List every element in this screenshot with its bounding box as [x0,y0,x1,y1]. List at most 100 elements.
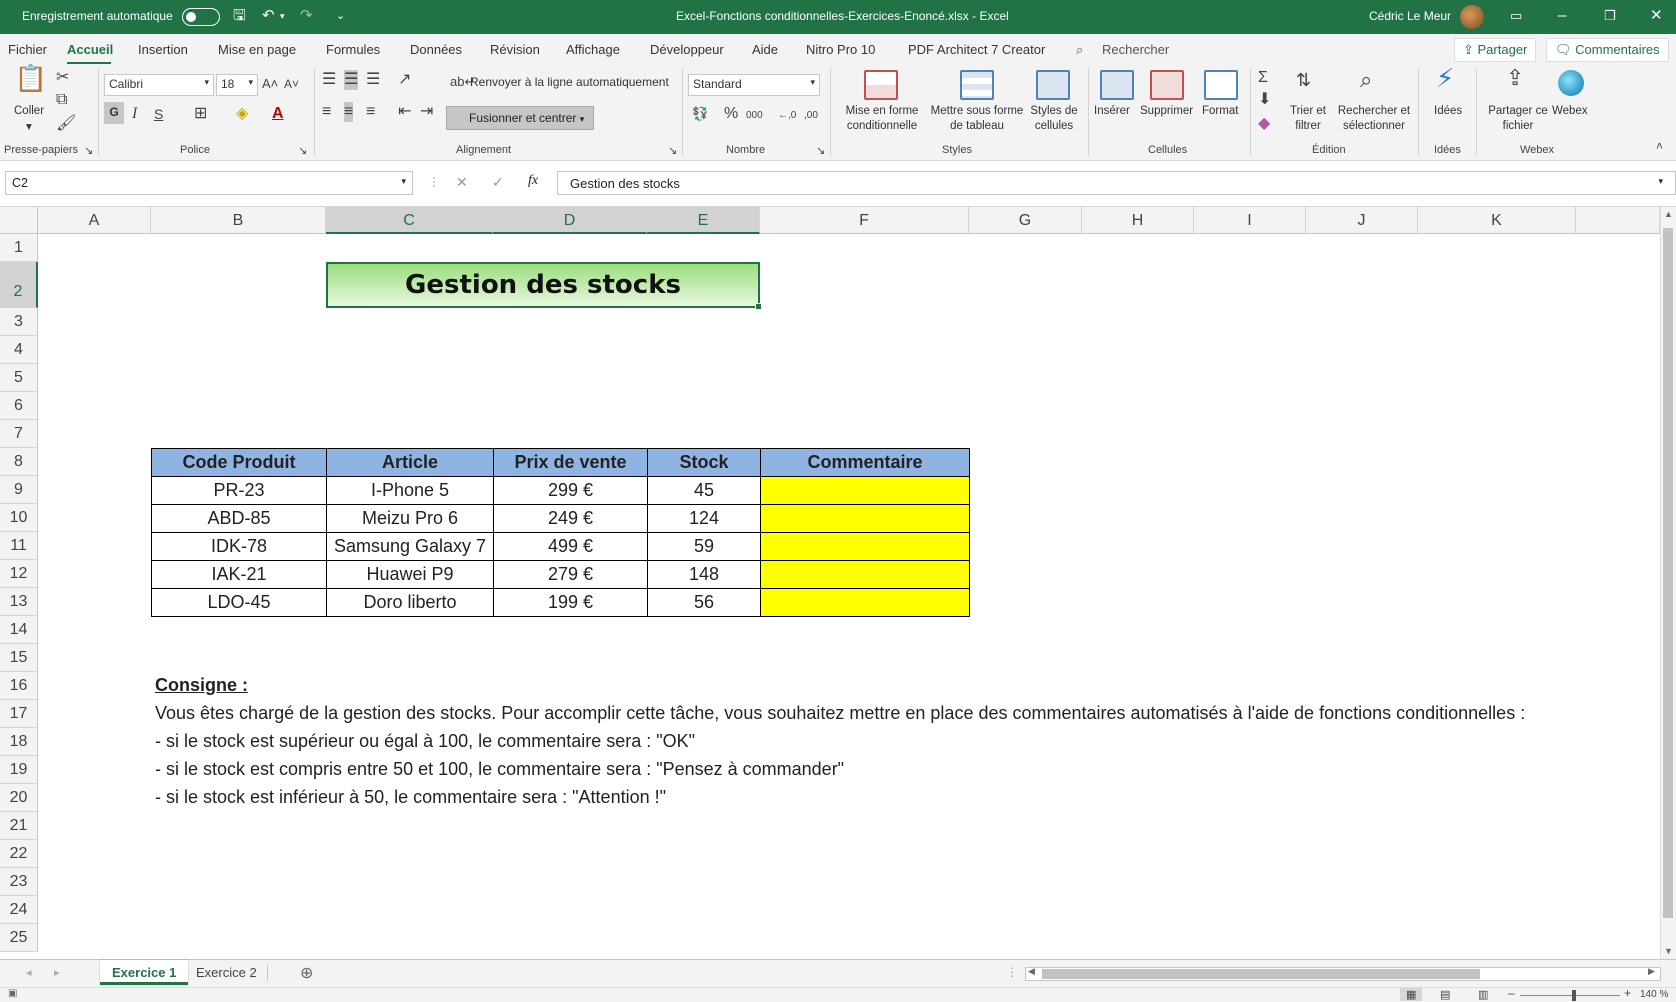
sheet-tab-exercice-1[interactable]: Exercice 1 [100,960,189,985]
row-header[interactable]: 12 [0,560,38,588]
zoom-slider-thumb[interactable] [1572,990,1576,1001]
number-launcher-icon[interactable]: ↘ [816,144,825,157]
tab-revision[interactable]: Révision [490,42,540,57]
consigne-line[interactable]: - si le stock est compris entre 50 et 10… [155,759,844,780]
cell-commentaire[interactable] [760,560,970,589]
row-header[interactable]: 13 [0,588,38,616]
column-header-g[interactable]: G [969,207,1082,234]
clear-icon[interactable]: ◆ [1258,114,1270,134]
column-header-i[interactable]: I [1194,207,1306,234]
align-bottom-icon[interactable]: ☰ [366,70,380,90]
customize-quick-access-icon[interactable]: ⌄ [336,6,345,26]
header-commentaire[interactable]: Commentaire [760,448,970,477]
add-sheet-icon[interactable]: ⊕ [300,963,313,983]
column-header-c[interactable]: C [326,207,493,234]
collapse-ribbon-icon[interactable]: ˄ [1656,136,1663,156]
column-header-h[interactable]: H [1082,207,1194,234]
increase-font-icon[interactable]: A˄ [262,74,278,94]
cell-styles-button[interactable]: Styles de cellules [1026,104,1082,134]
increase-indent-icon[interactable]: ⇥ [420,102,433,122]
align-middle-icon[interactable]: ☰ [344,70,359,90]
worksheet-grid[interactable]: A B C D E F G H I J K 1 2 3 4 5 6 7 8 9 … [0,207,1660,959]
header-prix-de-vente[interactable]: Prix de vente [493,448,648,477]
cell-article[interactable]: I-Phone 5 [326,476,494,505]
scroll-left-icon[interactable]: ◀ [1028,966,1035,977]
row-header[interactable]: 14 [0,616,38,644]
tab-developpeur[interactable]: Développeur [650,42,724,57]
tab-nitro[interactable]: Nitro Pro 10 [806,42,875,57]
row-header[interactable]: 1 [0,234,38,262]
cell-stock[interactable]: 124 [647,504,761,533]
row-header[interactable]: 24 [0,896,38,924]
ideas-button[interactable]: Idées [1434,104,1462,119]
column-header-l[interactable] [1576,207,1660,234]
conditional-formatting-icon[interactable] [864,70,898,100]
row-header[interactable]: 23 [0,868,38,896]
align-right-icon[interactable]: ≡ [366,102,375,122]
row-header[interactable]: 22 [0,840,38,868]
cell-commentaire[interactable] [760,476,970,505]
column-header-k[interactable]: K [1418,207,1576,234]
cell-code[interactable]: ABD-85 [151,504,327,533]
tab-accueil[interactable]: Accueil [67,42,113,57]
scroll-up-icon[interactable]: ▲ [1664,209,1673,219]
row-header[interactable]: 7 [0,420,38,448]
tab-affichage[interactable]: Affichage [566,42,620,57]
column-header-a[interactable]: A [38,207,151,234]
insert-function-icon[interactable]: fx [528,173,538,189]
sort-filter-button[interactable]: Trier et filtrer [1290,104,1326,134]
scroll-right-icon[interactable]: ▶ [1648,966,1655,977]
zoom-level[interactable]: 140 % [1640,989,1668,1000]
row-header[interactable]: 6 [0,392,38,420]
header-stock[interactable]: Stock [647,448,761,477]
font-size-select[interactable]: 18 ▾ [216,74,258,96]
accounting-format-icon[interactable]: 💱 [692,104,708,124]
tab-formules[interactable]: Formules [326,42,380,57]
undo-dropdown-icon[interactable]: ▾ [280,6,285,26]
row-header[interactable]: 2 [0,262,38,308]
undo-icon[interactable]: ↶ [262,6,275,26]
horizontal-scroll-thumb[interactable] [1042,969,1480,979]
zoom-out-icon[interactable]: – [1508,986,1515,1000]
paste-label[interactable]: Coller [14,104,44,119]
sheet-tab-exercice-2[interactable]: Exercice 2 [184,960,269,985]
row-header[interactable]: 11 [0,532,38,560]
name-box[interactable]: C2 ▾ [5,171,413,195]
thousands-separator-icon[interactable]: 000 [746,106,763,126]
decrease-indent-icon[interactable]: ⇤ [398,102,411,122]
orientation-icon[interactable]: ↗ [398,70,411,90]
minimize-icon[interactable]: – [1558,6,1566,26]
clipboard-launcher-icon[interactable]: ↘ [84,144,93,157]
cell-prix[interactable]: 249 € [493,504,648,533]
copy-icon[interactable]: ⧉ [56,90,67,110]
user-name[interactable]: Cédric Le Meur [1369,9,1451,23]
page-layout-view-icon[interactable]: ▤ [1440,988,1450,1001]
consigne-line[interactable]: - si le stock est inférieur à 50, le com… [155,787,666,808]
percent-icon[interactable]: % [724,104,738,124]
search-box[interactable]: Rechercher [1102,42,1169,57]
number-format-select[interactable]: Standard ▾ [688,74,820,96]
cell-code[interactable]: PR-23 [151,476,327,505]
cell-stock[interactable]: 148 [647,560,761,589]
zoom-in-icon[interactable]: + [1624,986,1631,1000]
ribbon-display-icon[interactable]: ▭ [1510,6,1522,26]
row-header[interactable]: 4 [0,336,38,364]
cell-commentaire[interactable] [760,532,970,561]
cell-article[interactable]: Huawei P9 [326,560,494,589]
underline-button[interactable]: S [154,104,163,124]
row-header[interactable]: 25 [0,924,38,952]
sheet-title-cell[interactable]: Gestion des stocks [326,262,760,308]
font-name-select[interactable]: Calibri ▾ [104,74,214,96]
font-launcher-icon[interactable]: ↘ [298,144,307,157]
scroll-down-icon[interactable]: ▼ [1664,946,1673,956]
align-left-icon[interactable]: ≡ [322,102,331,122]
autosum-icon[interactable]: Σ [1258,68,1268,88]
fill-color-icon[interactable]: ◈ [236,104,248,124]
cut-icon[interactable]: ✂ [56,68,69,88]
tab-donnees[interactable]: Données [410,42,462,57]
cell-styles-icon[interactable] [1036,70,1070,100]
cell-stock[interactable]: 59 [647,532,761,561]
avatar[interactable] [1460,5,1484,29]
align-top-icon[interactable]: ☰ [322,70,336,90]
fill-handle[interactable] [755,303,762,310]
